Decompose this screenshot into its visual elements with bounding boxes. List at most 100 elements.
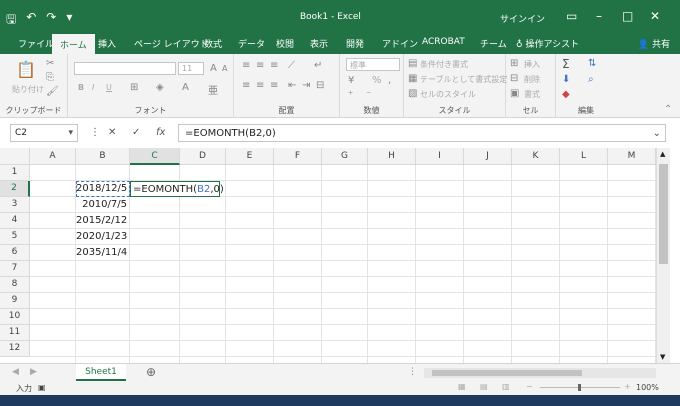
merge-center-icon[interactable]: ⊟ (316, 80, 324, 91)
cell-c2-editor[interactable]: =EOMONTH(B2,0) (130, 181, 224, 197)
indent-increase-icon[interactable]: ⇥ (302, 80, 310, 91)
vertical-scroll-thumb[interactable] (659, 164, 668, 264)
wrap-text-icon[interactable]: ↵ (314, 60, 322, 71)
fill-color-icon[interactable]: ◈ (156, 82, 164, 93)
column-header-k[interactable]: K (512, 148, 560, 165)
maximize-icon[interactable]: □ (622, 9, 633, 23)
column-header-i[interactable]: I (416, 148, 464, 165)
clear-icon[interactable]: ◆ (562, 89, 570, 100)
align-bottom-icon[interactable]: ≡ (270, 60, 278, 71)
cell-b3[interactable]: 2010/7/5 (76, 197, 130, 213)
copy-icon[interactable]: ⎘ (46, 72, 54, 83)
scroll-up-icon[interactable]: ▲ (660, 150, 665, 158)
align-middle-icon[interactable]: ≡ (256, 60, 264, 71)
undo-icon[interactable]: ↶ (26, 10, 36, 31)
borders-icon[interactable]: ⊞ (130, 82, 138, 93)
collapse-ribbon-icon[interactable]: ⌃ (664, 104, 672, 115)
row-header-12[interactable]: 12 (0, 341, 30, 357)
shrink-font-icon[interactable]: A (222, 64, 227, 73)
row-header-3[interactable]: 3 (0, 197, 30, 213)
font-color-icon[interactable]: A (182, 82, 189, 93)
minimize-icon[interactable]: – (596, 9, 602, 23)
tab-file[interactable]: ファイル (18, 37, 54, 50)
macro-record-icon[interactable]: ▣ (38, 383, 46, 392)
underline-button[interactable]: U (106, 83, 112, 92)
cut-icon[interactable]: ✂ (46, 58, 54, 69)
redo-icon[interactable]: ↷ (46, 10, 56, 31)
close-icon[interactable]: ✕ (650, 9, 660, 23)
cell-b5[interactable]: 2020/1/23 (76, 229, 130, 245)
conditional-formatting-button[interactable]: 条件付き書式 (420, 59, 468, 70)
font-name-box[interactable] (74, 62, 176, 75)
ribbon-options-icon[interactable]: ▭ (566, 9, 577, 23)
expand-formula-icon[interactable]: ⌄ (653, 128, 661, 139)
tab-addins[interactable]: アドイン (382, 37, 418, 50)
row-header-4[interactable]: 4 (0, 213, 30, 229)
tab-insert[interactable]: 挿入 (98, 37, 116, 50)
tell-me[interactable]: ♁ 操作アシスト (516, 37, 579, 50)
autosum-icon[interactable]: Σ (562, 57, 570, 71)
row-header-9[interactable]: 9 (0, 293, 30, 309)
horizontal-scroll-thumb[interactable] (432, 370, 582, 376)
tab-home[interactable]: ホーム (52, 34, 95, 54)
add-sheet-icon[interactable]: ⊕ (146, 365, 156, 379)
orientation-icon[interactable]: ⟋ (288, 60, 295, 71)
sort-filter-icon[interactable]: ⇅ (588, 58, 596, 69)
zoom-level[interactable]: 100% (636, 383, 659, 392)
row-header-2[interactable]: 2 (0, 181, 30, 197)
cancel-button[interactable]: ✕ (108, 127, 116, 138)
tab-view[interactable]: 表示 (310, 37, 328, 50)
tab-team[interactable]: チーム (480, 37, 507, 50)
save-icon[interactable]: 🖫 (6, 10, 16, 31)
increase-decimal-icon[interactable]: ⁺ (348, 90, 353, 101)
tab-page-layout[interactable]: ページ レイアウト (134, 37, 209, 50)
horizontal-scrollbar[interactable] (424, 368, 656, 378)
column-header-d[interactable]: D (180, 148, 226, 165)
paste-icon[interactable]: 📋 (16, 60, 36, 79)
align-center-icon[interactable]: ≡ (256, 80, 264, 91)
zoom-in-icon[interactable]: + (624, 382, 631, 391)
worksheet-grid[interactable]: A B C D E F G H I J K L M 1 2 3 4 5 6 7 8 9 10 11 12 2018/12/5 201… (0, 148, 656, 363)
prev-sheet-icon[interactable]: ◀ (12, 367, 19, 377)
insert-function-button[interactable]: fx (156, 127, 165, 138)
cell-b4[interactable]: 2015/2/12 (76, 213, 130, 229)
decrease-decimal-icon[interactable]: ⁻ (366, 90, 371, 101)
fill-icon[interactable]: ⬇ (562, 74, 570, 85)
tab-developer[interactable]: 開発 (346, 37, 364, 50)
bold-button[interactable]: B (78, 83, 84, 92)
signin-link[interactable]: サインイン (500, 12, 545, 25)
comma-icon[interactable]: , (388, 75, 391, 86)
vertical-scrollbar[interactable]: ▲ ▼ (656, 148, 670, 363)
phonetic-icon[interactable]: 亜 (208, 82, 218, 97)
tab-data[interactable]: データ (238, 37, 265, 50)
row-header-8[interactable]: 8 (0, 277, 30, 293)
italic-button[interactable]: I (92, 83, 94, 92)
delete-cells-button[interactable]: 削除 (524, 74, 540, 85)
column-header-l[interactable]: L (560, 148, 608, 165)
column-header-e[interactable]: E (226, 148, 274, 165)
column-header-j[interactable]: J (464, 148, 512, 165)
indent-decrease-icon[interactable]: ⇤ (288, 80, 296, 91)
name-box[interactable]: C2 ▾ (10, 124, 78, 142)
row-header-6[interactable]: 6 (0, 245, 30, 261)
tab-acrobat[interactable]: ACROBAT (422, 37, 465, 47)
align-top-icon[interactable]: ≡ (242, 60, 250, 71)
normal-view-icon[interactable]: ▦ (458, 382, 466, 391)
currency-icon[interactable]: ¥ (348, 75, 354, 86)
zoom-slider-thumb[interactable] (578, 384, 581, 391)
column-header-m[interactable]: M (608, 148, 656, 165)
page-break-view-icon[interactable]: ▥ (502, 382, 510, 391)
tab-split-icon[interactable]: ⋮ (408, 367, 417, 377)
row-header-1[interactable]: 1 (0, 165, 30, 181)
formula-input[interactable]: =EOMONTH(B2,0) ⌄ (178, 124, 666, 142)
column-header-a[interactable]: A (30, 148, 76, 165)
row-header-5[interactable]: 5 (0, 229, 30, 245)
page-layout-view-icon[interactable]: ▤ (480, 382, 488, 391)
find-select-icon[interactable]: ⌕ (588, 74, 594, 85)
cell-styles-button[interactable]: セルのスタイル (420, 89, 476, 100)
percent-button[interactable]: % (372, 75, 382, 86)
cell-b6[interactable]: 2035/11/4 (76, 245, 130, 261)
number-format-box[interactable]: 標準 (346, 58, 400, 71)
customize-qat-icon[interactable]: ▾ (66, 10, 72, 31)
format-cells-button[interactable]: 書式 (524, 89, 540, 100)
